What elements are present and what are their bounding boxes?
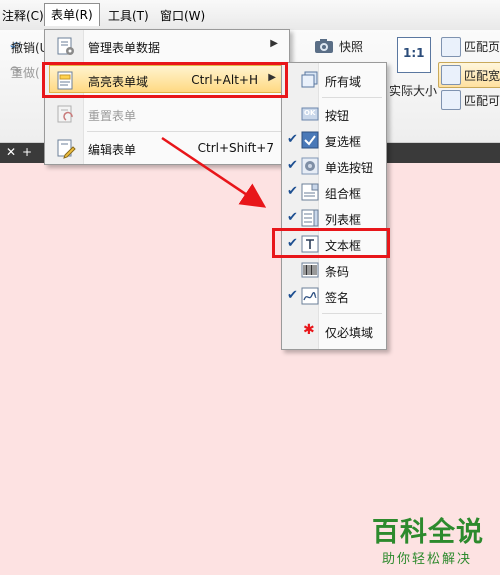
watermark-title: 百科全说: [372, 517, 484, 548]
watermark-subtitle: 助你轻松解决: [382, 552, 473, 567]
annotation-arrow-icon: [161, 136, 267, 208]
